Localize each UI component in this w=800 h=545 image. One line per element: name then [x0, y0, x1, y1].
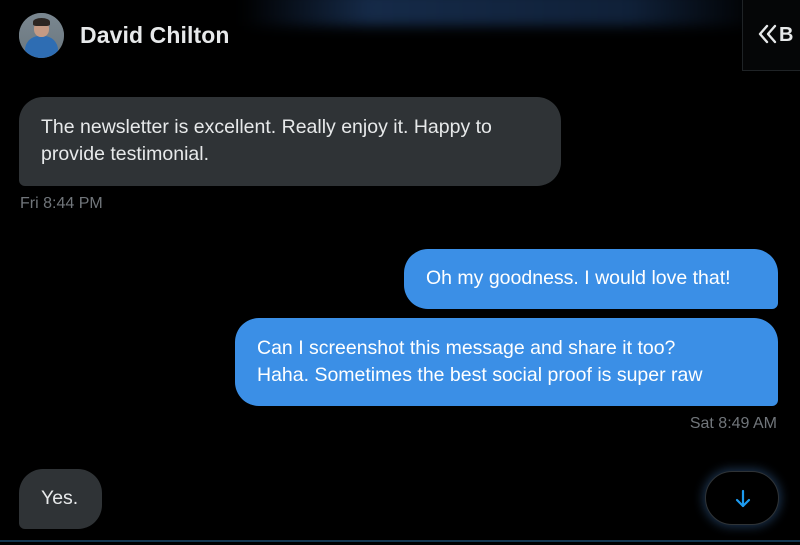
contact-name[interactable]: David Chilton	[80, 22, 230, 49]
message-bubble-sent[interactable]: Oh my goodness. I would love that!	[404, 249, 778, 309]
message-text-line: Haha. Sometimes the best social proof is…	[257, 364, 703, 386]
message-timestamp: Fri 8:44 PM	[20, 195, 103, 212]
collapse-label: B	[779, 24, 794, 46]
message-text-line: The newsletter is excellent. Really enjo…	[41, 116, 492, 138]
message-text: Oh my goodness. I would love that!	[426, 267, 731, 289]
conversation-header: David Chilton B	[0, 0, 800, 72]
avatar[interactable]	[19, 13, 64, 58]
message-text-line: Can I screenshot this message and share …	[257, 337, 676, 359]
composer-divider	[0, 540, 800, 542]
dm-conversation: David Chilton B The newsletter is excell…	[0, 0, 800, 545]
header-glow	[240, 0, 760, 26]
arrow-down-icon	[735, 489, 751, 508]
message-text-line: provide testimonial.	[41, 143, 209, 165]
message-timestamp: Sat 8:49 AM	[689, 415, 777, 432]
double-chevron-left-icon	[757, 20, 781, 48]
message-bubble-received[interactable]: Yes.	[19, 469, 102, 529]
message-text: Yes.	[41, 487, 79, 509]
message-bubble-sent[interactable]: Can I screenshot this message and share …	[235, 318, 778, 406]
collapse-button[interactable]: B	[742, 0, 800, 71]
message-bubble-received[interactable]: The newsletter is excellent. Really enjo…	[19, 97, 561, 186]
scroll-to-bottom-button[interactable]	[705, 471, 779, 525]
